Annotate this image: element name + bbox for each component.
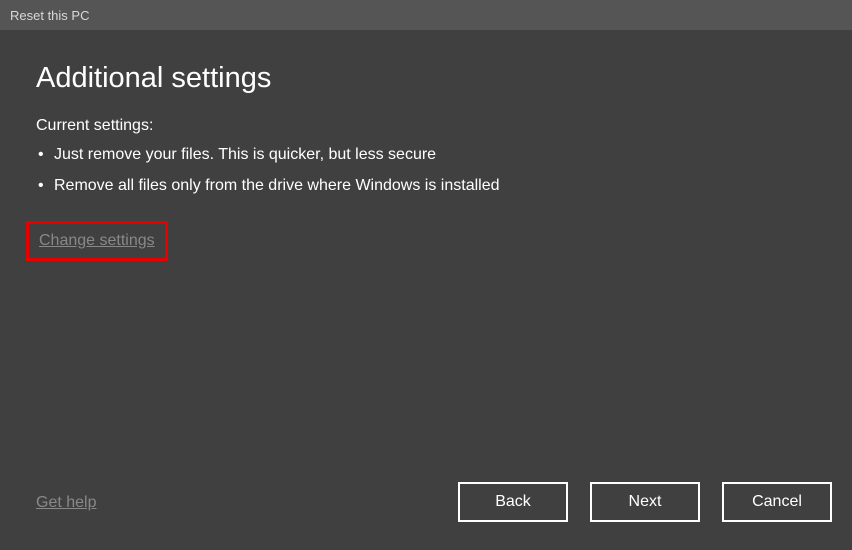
settings-list: Just remove your files. This is quicker,… xyxy=(36,145,816,197)
current-settings-label: Current settings: xyxy=(36,117,816,135)
titlebar: Reset this PC xyxy=(0,0,852,30)
change-settings-highlight: Change settings xyxy=(26,221,168,261)
content-area: Additional settings Current settings: Ju… xyxy=(0,30,852,550)
cancel-button[interactable]: Cancel xyxy=(722,482,832,522)
window-title: Reset this PC xyxy=(10,8,89,23)
next-button[interactable]: Next xyxy=(590,482,700,522)
page-heading: Additional settings xyxy=(36,62,816,95)
list-item: Just remove your files. This is quicker,… xyxy=(42,145,816,166)
change-settings-link[interactable]: Change settings xyxy=(39,232,155,249)
button-row: Back Next Cancel xyxy=(458,482,832,522)
get-help-link[interactable]: Get help xyxy=(36,494,96,512)
list-item: Remove all files only from the drive whe… xyxy=(42,176,816,197)
back-button[interactable]: Back xyxy=(458,482,568,522)
